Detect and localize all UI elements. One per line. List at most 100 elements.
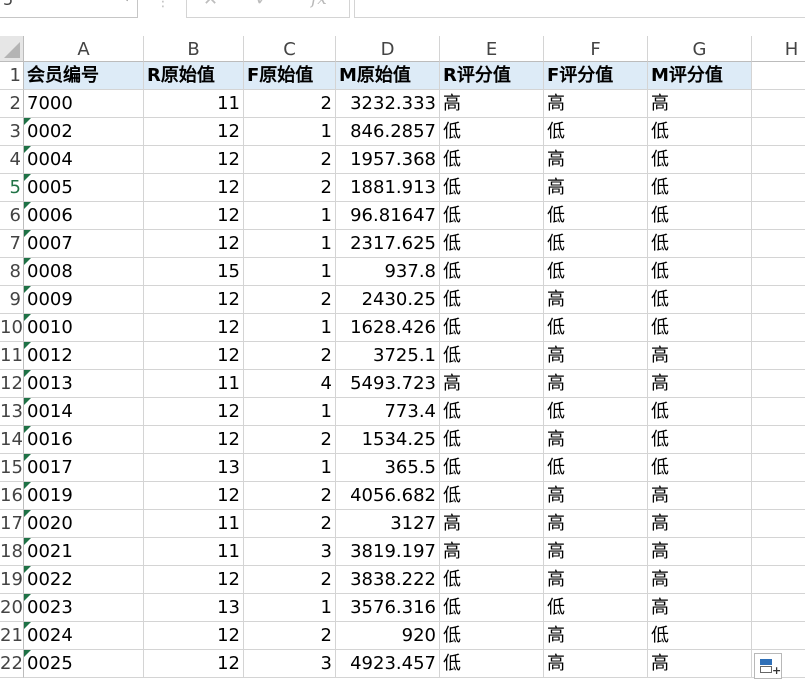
- cell-b9[interactable]: 12: [144, 286, 244, 314]
- cell-b18[interactable]: 11: [144, 538, 244, 566]
- column-header-g[interactable]: G: [648, 36, 752, 62]
- cell-f20[interactable]: 低: [544, 594, 648, 622]
- cell-f12[interactable]: 高: [544, 370, 648, 398]
- cell-f19[interactable]: 高: [544, 566, 648, 594]
- cell-b3[interactable]: 12: [144, 118, 244, 146]
- cancel-icon[interactable]: ✕: [203, 0, 218, 10]
- cell-g7[interactable]: 低: [648, 230, 752, 258]
- cell-g13[interactable]: 低: [648, 398, 752, 426]
- cell-a11[interactable]: 0012: [24, 342, 144, 370]
- cell-h19[interactable]: [752, 566, 805, 594]
- cell-f17[interactable]: 高: [544, 510, 648, 538]
- cell-f14[interactable]: 高: [544, 426, 648, 454]
- cell-h4[interactable]: [752, 146, 805, 174]
- cell-c16[interactable]: 2: [244, 482, 336, 510]
- cell-h17[interactable]: [752, 510, 805, 538]
- cell-f22[interactable]: 高: [544, 650, 648, 678]
- cell-g21[interactable]: 低: [648, 622, 752, 650]
- cell-h10[interactable]: [752, 314, 805, 342]
- cell-b12[interactable]: 11: [144, 370, 244, 398]
- cell-h7[interactable]: [752, 230, 805, 258]
- cell-c5[interactable]: 2: [244, 174, 336, 202]
- cell-a18[interactable]: 0021: [24, 538, 144, 566]
- cell-a12[interactable]: 0013: [24, 370, 144, 398]
- cell-c10[interactable]: 1: [244, 314, 336, 342]
- cell-f21[interactable]: 高: [544, 622, 648, 650]
- cell-b10[interactable]: 12: [144, 314, 244, 342]
- cell-a1[interactable]: 会员编号: [24, 62, 144, 90]
- cell-b4[interactable]: 12: [144, 146, 244, 174]
- cell-b6[interactable]: 12: [144, 202, 244, 230]
- cell-f3[interactable]: 低: [544, 118, 648, 146]
- cell-d13[interactable]: 773.4: [336, 398, 440, 426]
- cell-c18[interactable]: 3: [244, 538, 336, 566]
- row-header-16[interactable]: 16: [0, 482, 24, 510]
- number-stored-as-text-warning-icon[interactable]: [24, 538, 31, 545]
- cell-a2[interactable]: 7000: [24, 90, 144, 118]
- number-stored-as-text-warning-icon[interactable]: [24, 286, 31, 293]
- cell-e18[interactable]: 高: [440, 538, 544, 566]
- cell-a16[interactable]: 0019: [24, 482, 144, 510]
- cell-b11[interactable]: 12: [144, 342, 244, 370]
- cell-f9[interactable]: 高: [544, 286, 648, 314]
- cell-a10[interactable]: 0010: [24, 314, 144, 342]
- cell-a22[interactable]: 0025: [24, 650, 144, 678]
- number-stored-as-text-warning-icon[interactable]: [24, 370, 31, 377]
- row-header-7[interactable]: 7: [0, 230, 24, 258]
- cell-c2[interactable]: 2: [244, 90, 336, 118]
- cell-a19[interactable]: 0022: [24, 566, 144, 594]
- cell-d15[interactable]: 365.5: [336, 454, 440, 482]
- cell-g22[interactable]: 高: [648, 650, 752, 678]
- cell-d6[interactable]: 96.81647: [336, 202, 440, 230]
- name-box[interactable]: 5 ▼: [0, 0, 138, 18]
- cell-e3[interactable]: 低: [440, 118, 544, 146]
- cell-b5[interactable]: 12: [144, 174, 244, 202]
- row-header-9[interactable]: 9: [0, 286, 24, 314]
- row-header-17[interactable]: 17: [0, 510, 24, 538]
- cell-h15[interactable]: [752, 454, 805, 482]
- cell-g8[interactable]: 低: [648, 258, 752, 286]
- row-header-5[interactable]: 5: [0, 174, 24, 202]
- cell-g20[interactable]: 高: [648, 594, 752, 622]
- cell-e15[interactable]: 低: [440, 454, 544, 482]
- number-stored-as-text-warning-icon[interactable]: [24, 174, 31, 181]
- cell-a4[interactable]: 0004: [24, 146, 144, 174]
- cell-c20[interactable]: 1: [244, 594, 336, 622]
- quick-analysis-icon[interactable]: +: [754, 653, 782, 679]
- cell-c1[interactable]: F原始值: [244, 62, 336, 90]
- cell-b15[interactable]: 13: [144, 454, 244, 482]
- cell-c17[interactable]: 2: [244, 510, 336, 538]
- row-header-21[interactable]: 21: [0, 622, 24, 650]
- cell-h14[interactable]: [752, 426, 805, 454]
- cell-b16[interactable]: 12: [144, 482, 244, 510]
- number-stored-as-text-warning-icon[interactable]: [24, 258, 31, 265]
- cell-f13[interactable]: 低: [544, 398, 648, 426]
- cell-a5[interactable]: 0005: [24, 174, 144, 202]
- row-header-1[interactable]: 1: [0, 62, 24, 90]
- column-header-c[interactable]: C: [244, 36, 336, 62]
- number-stored-as-text-warning-icon[interactable]: [24, 454, 31, 461]
- cell-d1[interactable]: M原始值: [336, 62, 440, 90]
- enter-icon[interactable]: ✓: [255, 0, 270, 10]
- column-header-d[interactable]: D: [336, 36, 440, 62]
- number-stored-as-text-warning-icon[interactable]: [24, 566, 31, 573]
- cell-h20[interactable]: [752, 594, 805, 622]
- cell-e16[interactable]: 低: [440, 482, 544, 510]
- cell-f18[interactable]: 高: [544, 538, 648, 566]
- cell-a9[interactable]: 0009: [24, 286, 144, 314]
- cell-d3[interactable]: 846.2857: [336, 118, 440, 146]
- cell-c8[interactable]: 1: [244, 258, 336, 286]
- cell-e4[interactable]: 低: [440, 146, 544, 174]
- row-header-3[interactable]: 3: [0, 118, 24, 146]
- cell-g3[interactable]: 低: [648, 118, 752, 146]
- cell-g14[interactable]: 低: [648, 426, 752, 454]
- cell-d22[interactable]: 4923.457: [336, 650, 440, 678]
- column-header-h[interactable]: H: [752, 36, 805, 62]
- cell-a14[interactable]: 0016: [24, 426, 144, 454]
- cell-b14[interactable]: 12: [144, 426, 244, 454]
- cell-c13[interactable]: 1: [244, 398, 336, 426]
- cell-e1[interactable]: R评分值: [440, 62, 544, 90]
- cell-b21[interactable]: 12: [144, 622, 244, 650]
- cell-g2[interactable]: 高: [648, 90, 752, 118]
- cell-e5[interactable]: 低: [440, 174, 544, 202]
